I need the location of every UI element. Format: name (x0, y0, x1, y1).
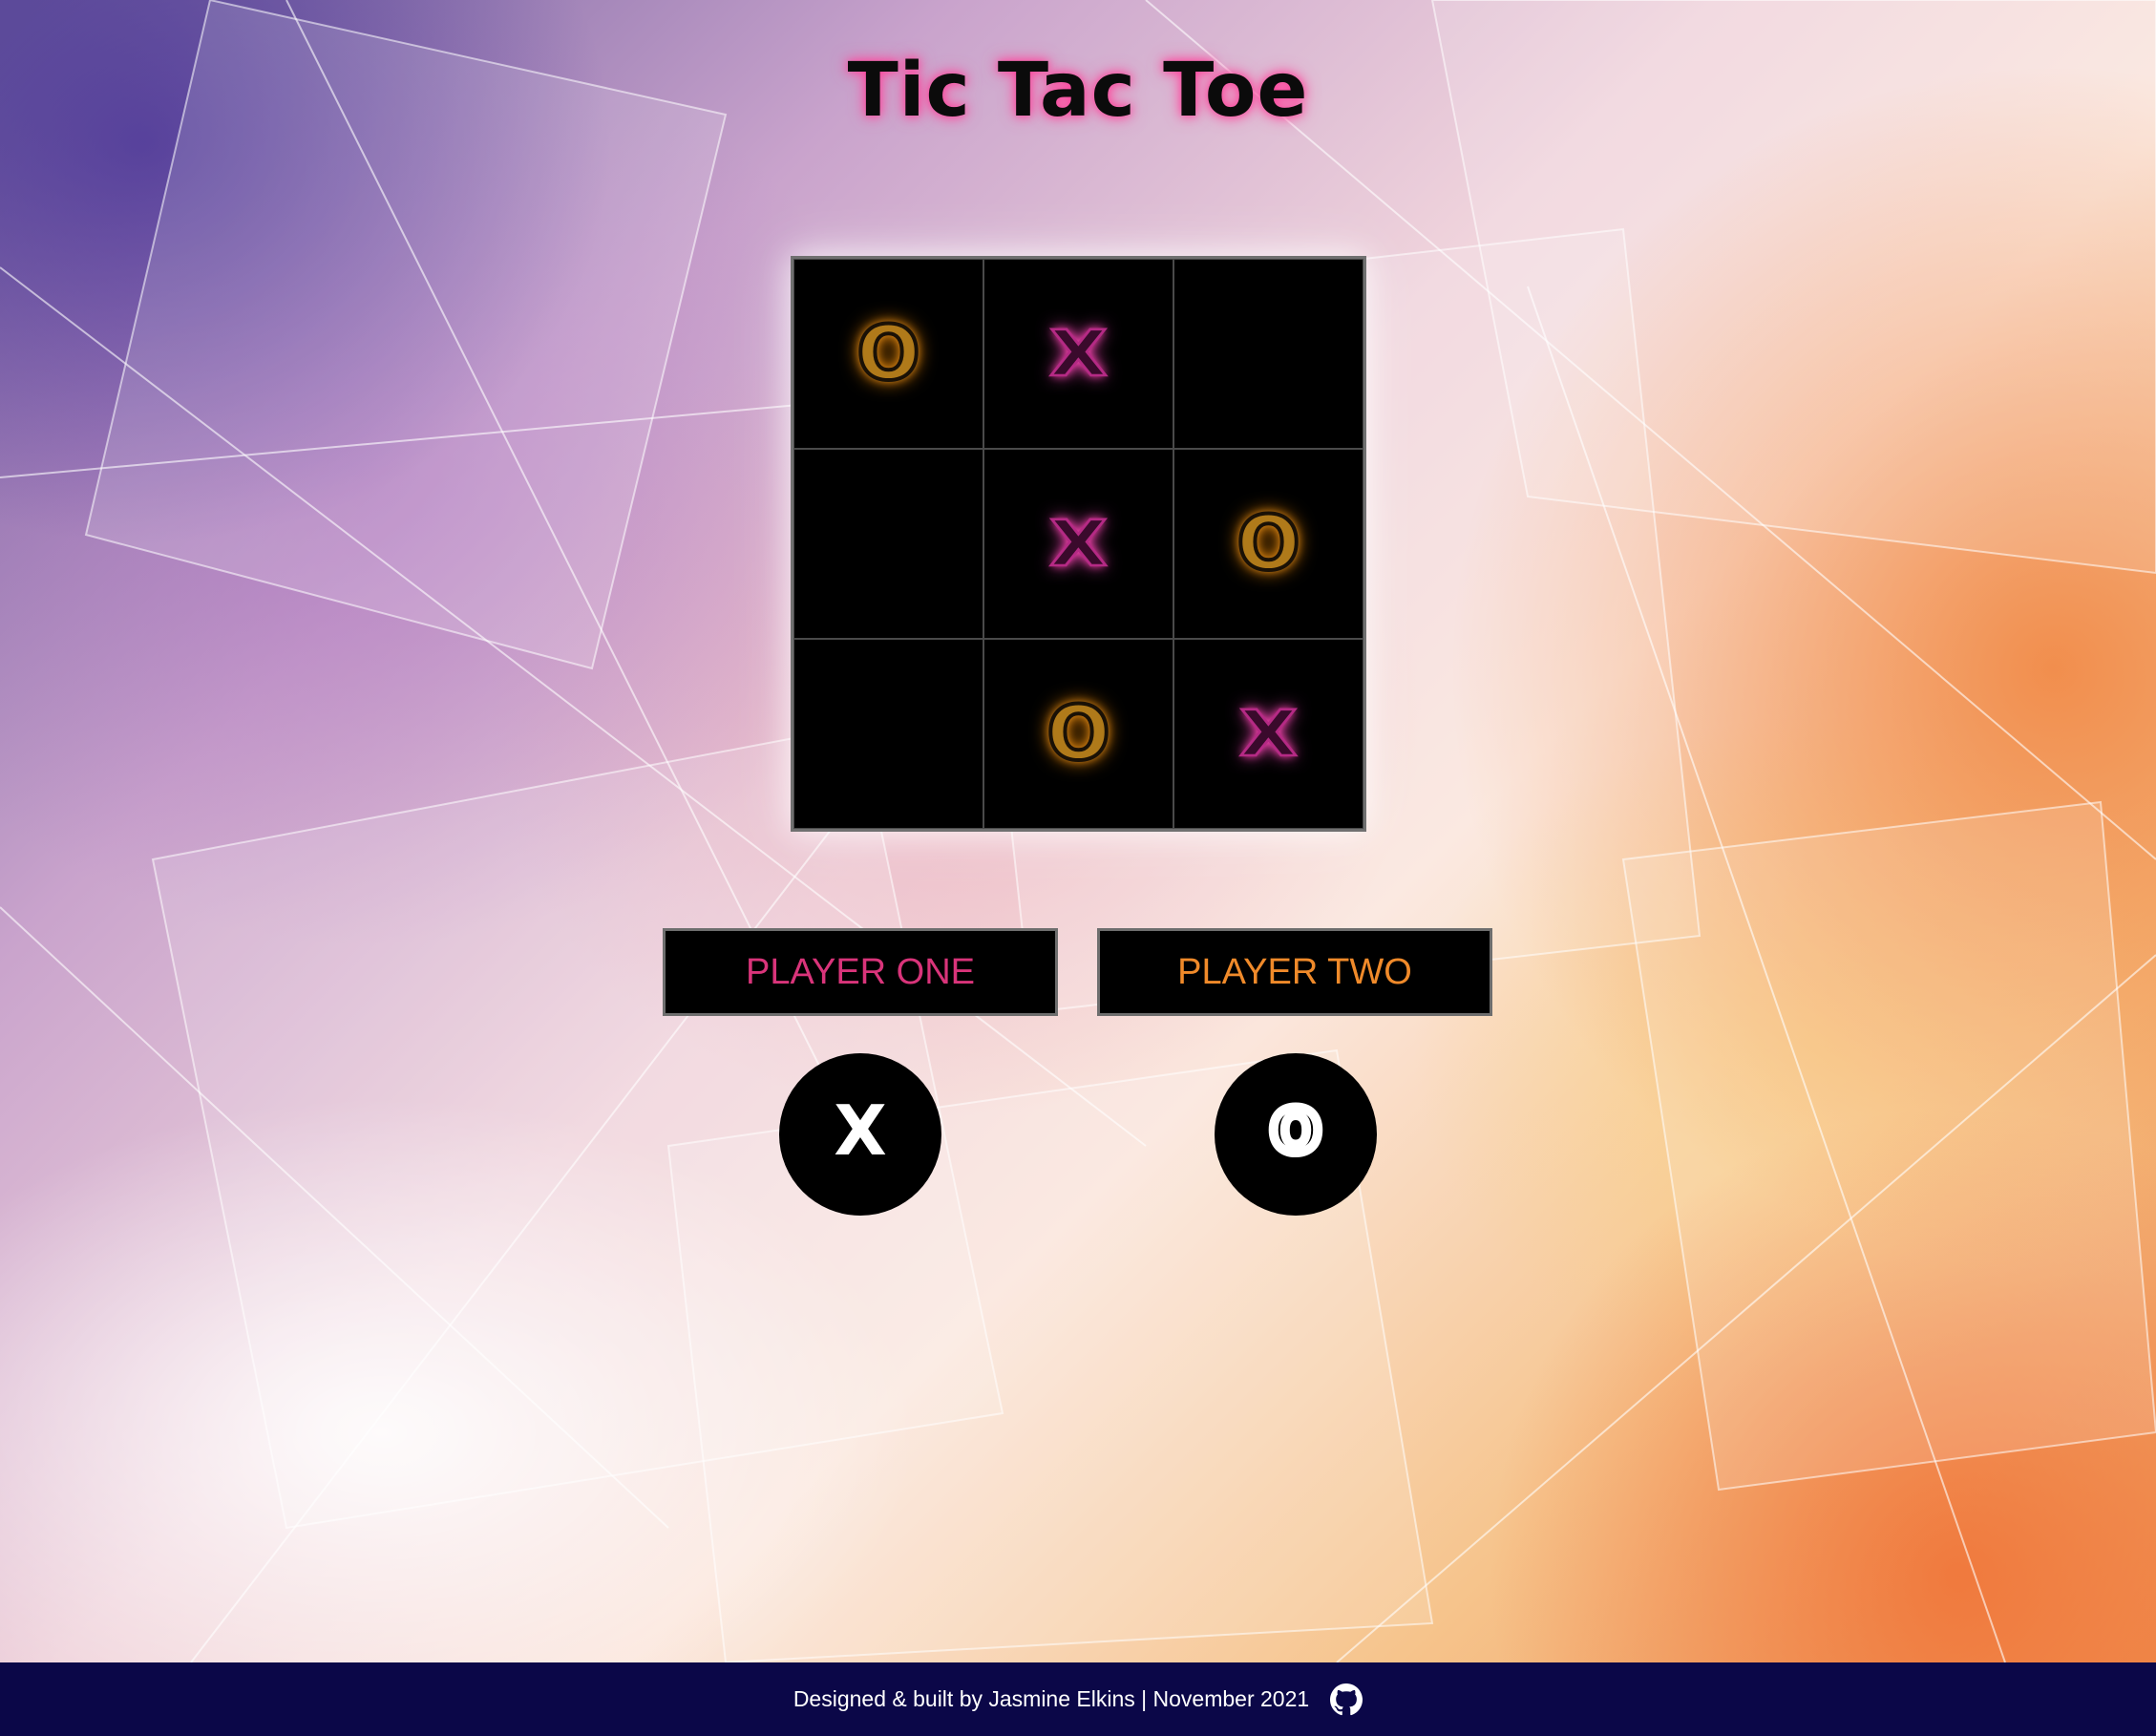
board-cell-2[interactable] (1173, 259, 1363, 449)
player-two-button[interactable]: PLAYER TWO (1097, 928, 1492, 1016)
board-cell-8[interactable]: X (1173, 639, 1363, 829)
page-title: Tic Tac Toe (847, 48, 1309, 134)
player-two-token[interactable]: O (1215, 1053, 1377, 1216)
board-cell-7[interactable]: O (983, 639, 1173, 829)
github-icon[interactable] (1330, 1683, 1363, 1716)
x-mark: X (1048, 317, 1109, 391)
footer: Designed & built by Jasmine Elkins | Nov… (0, 1662, 2156, 1736)
board-cell-1[interactable]: X (983, 259, 1173, 449)
footer-credit: Designed & built by Jasmine Elkins | Nov… (793, 1686, 1310, 1711)
x-mark: X (1238, 697, 1299, 771)
o-token-icon: O (1266, 1091, 1326, 1171)
o-mark: O (1235, 500, 1301, 587)
x-mark: X (1048, 507, 1109, 581)
board-cell-6[interactable] (793, 639, 983, 829)
o-mark: O (855, 310, 921, 397)
x-token-icon: X (834, 1090, 887, 1171)
board-cell-5[interactable]: O (1173, 449, 1363, 639)
o-mark: O (1045, 690, 1111, 777)
board-cell-0[interactable]: O (793, 259, 983, 449)
board-cell-4[interactable]: X (983, 449, 1173, 639)
player-one-button[interactable]: PLAYER ONE (663, 928, 1058, 1016)
player-one-token[interactable]: X (779, 1053, 941, 1216)
board-cell-3[interactable] (793, 449, 983, 639)
game-board: O X X O O X (791, 256, 1366, 832)
